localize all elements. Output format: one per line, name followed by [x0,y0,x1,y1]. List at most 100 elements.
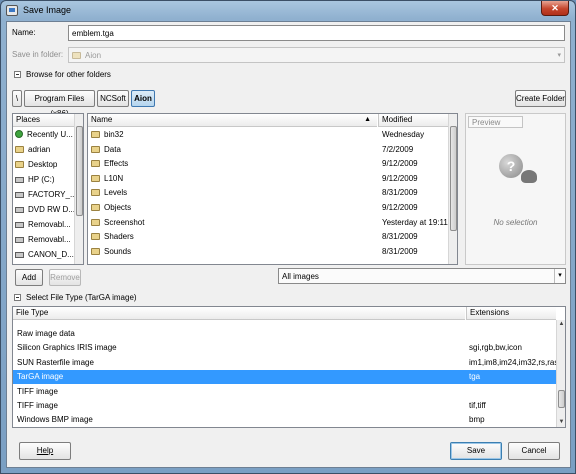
folder-icon [91,204,100,211]
filetype-extensions: tif,tiff [469,401,486,410]
places-item-label: CANON_D... [28,250,74,259]
gimp-mascot-icon [521,170,537,183]
scroll-up-icon[interactable]: ▲ [557,320,565,329]
drive-icon [15,177,24,183]
places-scrollbar[interactable] [74,114,83,264]
drive-icon [15,207,24,213]
save-button[interactable]: Save [450,442,502,460]
file-name-cell: Levels [91,186,127,200]
path-button-aion[interactable]: Aion [131,90,155,107]
places-item-label: Removabl... [28,235,71,244]
folder-icon [91,160,100,168]
filetype-extensions: bmp [469,415,485,425]
save-image-window: Save Image ✕ Name: emblem.tga Save in fo… [0,0,576,474]
places-item-label: Desktop [28,160,58,169]
save-in-folder-select[interactable]: Aion ▾ [68,47,565,63]
file-modified: 9/12/2009 [382,173,418,183]
places-item[interactable]: CANON_D... [13,248,75,262]
file-name: Levels [104,188,128,198]
places-item[interactable]: FACTORY_... [13,188,77,202]
file-name: L10N [104,173,124,183]
name-column-label: Name [91,115,113,124]
extensions-column-header[interactable]: Extensions [466,307,556,320]
file-row[interactable]: L10N 9/12/2009 [88,172,448,186]
places-item[interactable]: Recently U... [13,128,75,142]
modified-column-header[interactable]: Modified [378,114,450,127]
places-item[interactable]: Removabl... [13,218,75,232]
file-row[interactable]: bin32 Wednesday [88,128,448,142]
folder-icon [91,131,100,138]
window-title: Save Image [23,5,72,15]
remove-button[interactable]: Remove [49,269,81,286]
places-panel: Places Recently U... adrian Desktop HP (C:)… [12,113,84,265]
filetype-row[interactable]: Windows BMP image bmp [13,413,556,427]
add-button[interactable]: Add [15,269,43,286]
browse-label[interactable]: Browse for other folders [26,70,111,79]
files-panel: Name ▲ Modified bin32 Wednesday Data 7/2/20… [87,113,458,265]
places-item[interactable]: Desktop [13,158,75,172]
places-item-label: HP (C:) [28,175,55,184]
create-folder-button[interactable]: Create Folder [515,90,566,107]
places-item-label: FACTORY_... [28,190,77,199]
path-root-button[interactable]: \ [12,90,22,107]
file-name-cell: Sounds [91,245,131,259]
filetype-row[interactable]: Raw image data [13,327,556,341]
help-button[interactable]: Help [19,442,71,460]
filetype-name: Windows BMP image [17,415,93,425]
places-item[interactable]: adrian [13,143,75,157]
filetype-name: Silicon Graphics IRIS image [17,343,117,353]
places-scroll-thumb[interactable] [76,126,83,216]
files-scroll-thumb[interactable] [450,126,457,231]
preview-label: Preview [468,116,523,128]
filetype-column-header[interactable]: File Type [13,307,465,320]
places-item[interactable]: DVD RW D... [13,203,75,217]
filetype-row[interactable]: SUN Rasterfile image im1,im8,im24,im32,rs… [13,356,558,370]
folder-icon [91,174,100,182]
filetype-row[interactable]: Silicon Graphics IRIS image sgi,rgb,bw,ic… [13,341,556,355]
file-name: bin32 [104,130,124,139]
question-icon: ? [499,154,523,178]
file-name: Objects [104,203,132,212]
name-column-header[interactable]: Name ▲ [88,114,377,127]
filetype-scroll-thumb[interactable] [558,390,565,408]
places-item[interactable]: Removabl... [13,233,75,247]
scroll-down-icon[interactable]: ▼ [557,418,565,427]
filetype-list: File Type Extensions Raw image data Silic… [12,306,566,428]
close-button[interactable]: ✕ [541,1,569,16]
browse-expander[interactable] [14,71,21,78]
filetype-row[interactable]: TIFF image tif,tiff [13,399,556,413]
file-modified: 8/31/2009 [382,188,418,198]
file-row[interactable]: Screenshot Yesterday at 19:11 [88,216,448,230]
cancel-button[interactable]: Cancel [508,442,560,460]
file-row[interactable]: Shaders 8/31/2009 [88,230,448,244]
close-icon: ✕ [551,3,559,13]
file-row[interactable]: Effects 9/12/2009 [88,157,448,171]
file-name-cell: Objects [91,201,131,215]
places-item-label: Recently U... [27,130,73,139]
places-item[interactable]: HP (C:) [13,173,75,187]
files-scrollbar[interactable] [448,114,457,264]
filetype-expander[interactable] [14,294,21,301]
file-name: Effects [104,159,129,169]
file-row[interactable]: Levels 8/31/2009 [88,186,448,200]
dialog-body: Name: emblem.tga Save in folder: Aion ▾ … [6,21,571,468]
filetype-row[interactable]: TIFF image [13,385,556,399]
title-bar[interactable]: Save Image ✕ [1,1,575,21]
path-button-program-files[interactable]: Program Files (x86) [24,90,95,118]
filetype-label[interactable]: Select File Type (TarGA image) [26,293,137,302]
drive-icon [15,222,24,228]
preview-panel: Preview ? No selection [465,113,566,265]
filetype-scrollbar[interactable]: ▲ ▼ [556,320,565,427]
name-input[interactable]: emblem.tga [68,25,565,41]
app-icon [6,5,18,16]
file-row[interactable]: Sounds 8/31/2009 [88,245,448,259]
places-item-label: adrian [28,145,51,154]
places-header[interactable]: Places [13,114,76,127]
chevron-down-icon: ▾ [557,52,561,59]
filter-select[interactable]: All images ▾ [278,268,566,284]
filetype-name: TIFF image [17,386,58,396]
file-row[interactable]: Objects 9/12/2009 [88,201,448,215]
filetype-row[interactable]: TarGA image tga [13,370,556,385]
path-button-ncsoft[interactable]: NCSoft [97,90,129,107]
file-row[interactable]: Data 7/2/2009 [88,143,448,157]
